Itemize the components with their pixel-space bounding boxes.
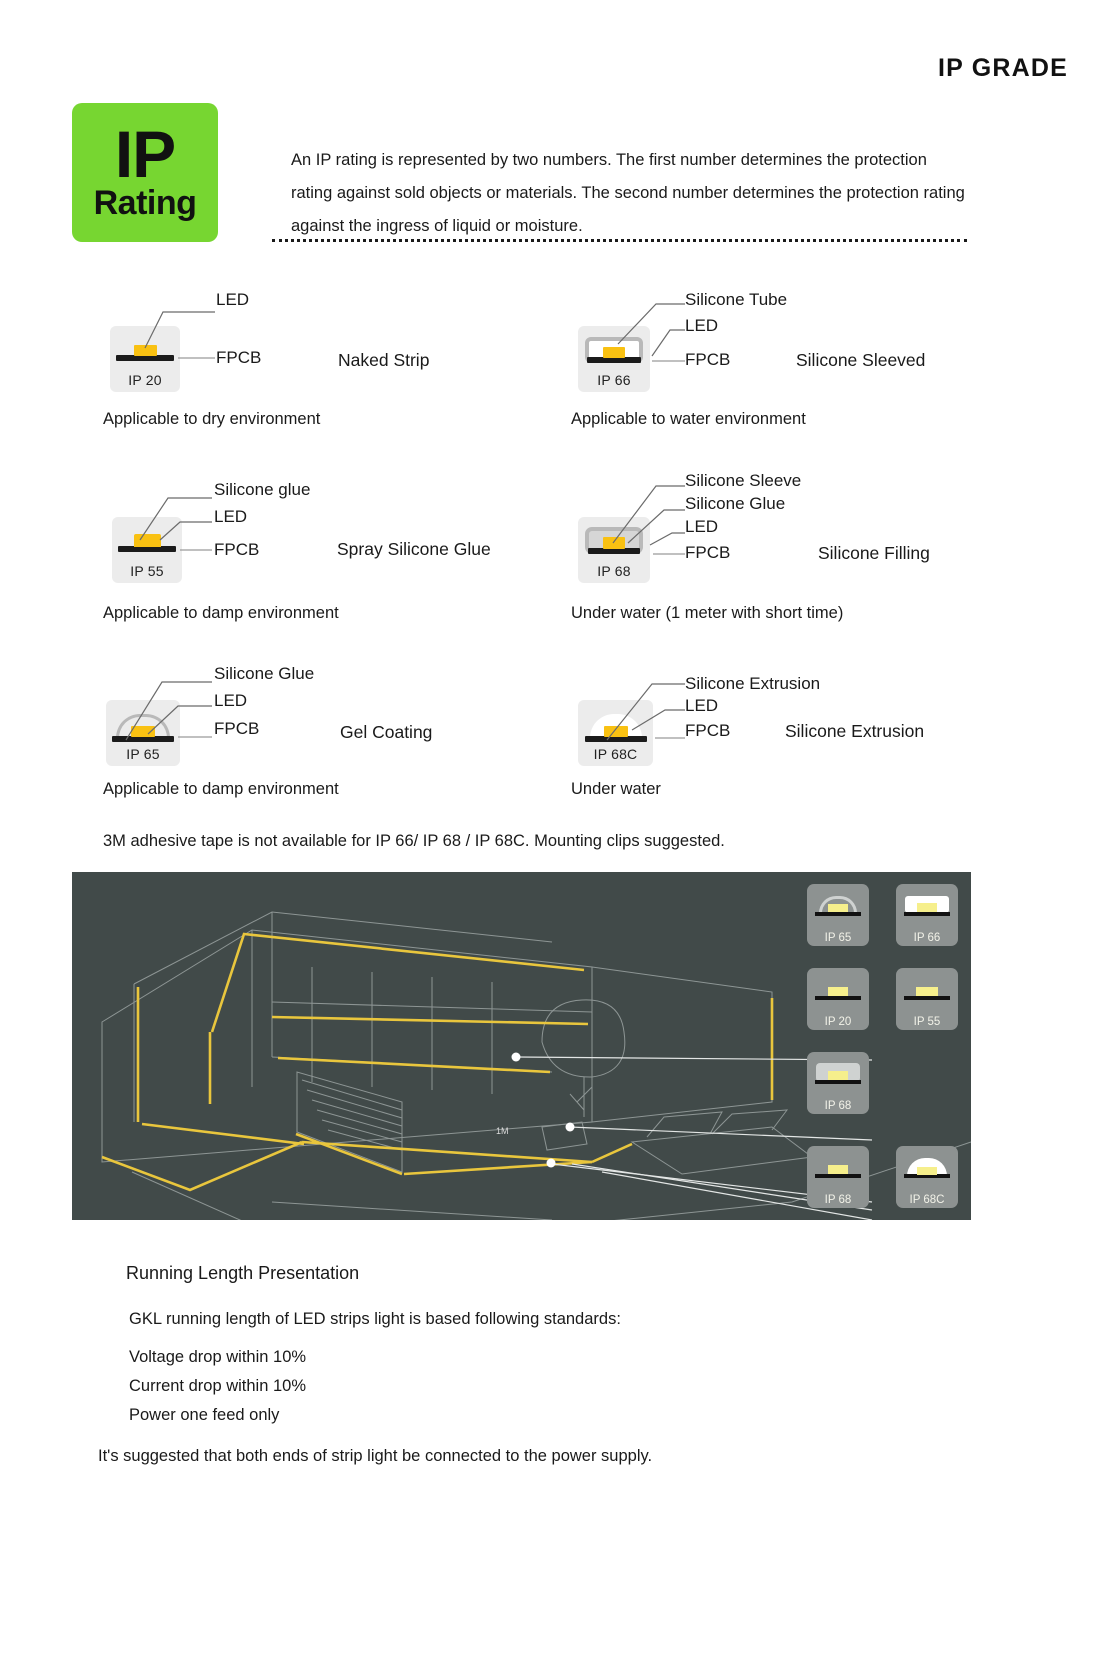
callout-fpcb-ip66: FPCB: [685, 350, 731, 369]
swatch-code-ip55: IP 55: [130, 563, 164, 579]
caption-ip68c: Under water: [571, 780, 661, 798]
callout-sleeve-ip68: Silicone Sleeve: [685, 471, 802, 490]
running-length-subheading: GKL running length of LED strips light i…: [129, 1310, 621, 1328]
led-shape: [828, 987, 848, 996]
led-shape: [828, 1071, 848, 1080]
callout-glue-ip55: Silicone glue: [214, 480, 311, 499]
standard-item-current: Current drop within 10%: [129, 1377, 307, 1395]
callout-fpcb-ip65: FPCB: [214, 719, 260, 738]
swatch-code-ip68: IP 68: [597, 563, 631, 579]
photo-chip-ip68-b: IP 68: [807, 1146, 869, 1208]
type-name-ip65: Gel Coating: [340, 722, 433, 742]
running-length-heading: Running Length Presentation: [126, 1263, 360, 1283]
swatch-code-ip68c: IP 68C: [593, 746, 638, 762]
led-shape: [604, 726, 628, 737]
callout-led-ip68c: LED: [685, 696, 719, 715]
chip-code-ip55: IP 55: [913, 1016, 941, 1028]
page-title: IP GRADE: [938, 54, 1068, 82]
callout-fpcb-ip20: FPCB: [216, 348, 262, 367]
chip-code-ip66: IP 66: [913, 932, 941, 944]
fpcb-shape: [815, 996, 861, 1000]
swatch-ip66: IP 66: [578, 326, 650, 392]
swatch-ip20: IP 20: [110, 326, 180, 392]
intro-paragraph: An IP rating is represented by two numbe…: [291, 151, 965, 235]
adhesive-note: 3M adhesive tape is not available for IP…: [103, 832, 725, 850]
chip-code-ip20: IP 20: [824, 1016, 852, 1028]
callout-glue-ip68: Silicone Glue: [685, 494, 786, 513]
photo-chip-ip65: IP 65: [807, 884, 869, 946]
swatch-ip55: IP 55: [112, 517, 182, 583]
type-name-ip55: Spray Silicone Glue: [337, 539, 491, 559]
photo-chip-ip68-a: IP 68: [807, 1052, 869, 1114]
led-shape: [131, 726, 155, 737]
photo-chip-ip20: IP 20: [807, 968, 869, 1030]
led-shape: [917, 1167, 937, 1175]
caption-ip66: Applicable to water environment: [571, 410, 806, 428]
fpcb-shape: [815, 1174, 861, 1178]
badge-line-1: IP: [114, 117, 176, 192]
led-shape: [916, 987, 938, 996]
callout-dot: [511, 1052, 521, 1062]
swatch-ip65: IP 65: [106, 700, 180, 766]
chip-code-ip68-b: IP 68: [824, 1194, 852, 1206]
photo-chip-ip55: IP 55: [896, 968, 958, 1030]
callout-led-ip65: LED: [214, 691, 248, 710]
caption-ip65: Applicable to damp environment: [103, 780, 339, 798]
fpcb-shape: [815, 912, 861, 916]
photo-chip-ip68c: IP 68C: [896, 1146, 958, 1208]
led-shape: [917, 903, 937, 912]
swatch-code-ip65: IP 65: [126, 746, 160, 762]
callout-extrusion-ip68c: Silicone Extrusion: [685, 674, 821, 693]
type-name-ip66: Silicone Sleeved: [796, 350, 926, 370]
swatch-ip68: IP 68: [578, 517, 650, 583]
caption-ip68: Under water (1 meter with short time): [571, 604, 844, 622]
type-name-ip68c: Silicone Extrusion: [785, 721, 925, 741]
led-shape: [828, 904, 848, 912]
led-shape: [603, 537, 625, 549]
callout-fpcb-ip55: FPCB: [214, 540, 260, 559]
standard-item-voltage: Voltage drop within 10%: [129, 1348, 307, 1366]
fpcb-shape: [904, 912, 950, 916]
swatch-ip68c: IP 68C: [578, 700, 653, 766]
swatch-code-ip66: IP 66: [597, 372, 631, 388]
callout-led-ip55: LED: [214, 507, 248, 526]
fpcb-shape: [815, 1080, 861, 1084]
photo-chip-ip66: IP 66: [896, 884, 958, 946]
fpcb-shape: [904, 996, 950, 1000]
callout-dot: [565, 1122, 575, 1132]
callout-tube-ip66: Silicone Tube: [685, 290, 788, 309]
caption-ip20: Applicable to dry environment: [103, 410, 321, 428]
badge-line-2: Rating: [93, 184, 197, 222]
callout-fpcb-ip68c: FPCB: [685, 721, 731, 740]
scale-marker-label: 1M: [496, 1126, 509, 1136]
chip-code-ip65: IP 65: [824, 932, 852, 944]
led-shape: [603, 347, 625, 358]
type-name-ip68: Silicone Filling: [818, 543, 930, 563]
callout-glue-ip65: Silicone Glue: [214, 664, 315, 683]
chip-code-ip68-a: IP 68: [824, 1100, 852, 1112]
callout-dot: [546, 1158, 556, 1168]
callout-led-ip20: LED: [216, 290, 250, 309]
swatch-code-ip20: IP 20: [128, 372, 162, 388]
application-illustration: 1M IP 65 IP 66 IP 20 IP 55 IP 68 IP 68 I…: [72, 872, 971, 1220]
led-shape: [134, 345, 157, 356]
callout-fpcb-ip68: FPCB: [685, 543, 731, 562]
type-name-ip20: Naked Strip: [338, 350, 430, 370]
led-shape: [137, 537, 158, 547]
caption-ip55: Applicable to damp environment: [103, 604, 339, 622]
running-length-footer: It's suggested that both ends of strip l…: [98, 1447, 653, 1465]
callout-led-ip68: LED: [685, 517, 719, 536]
ip-rating-badge: IP Rating: [72, 103, 218, 242]
standard-item-power: Power one feed only: [129, 1406, 280, 1424]
chip-code-ip68c: IP 68C: [909, 1194, 945, 1206]
callout-led-ip66: LED: [685, 316, 719, 335]
intro-divider: [272, 239, 967, 242]
led-shape: [828, 1165, 848, 1174]
